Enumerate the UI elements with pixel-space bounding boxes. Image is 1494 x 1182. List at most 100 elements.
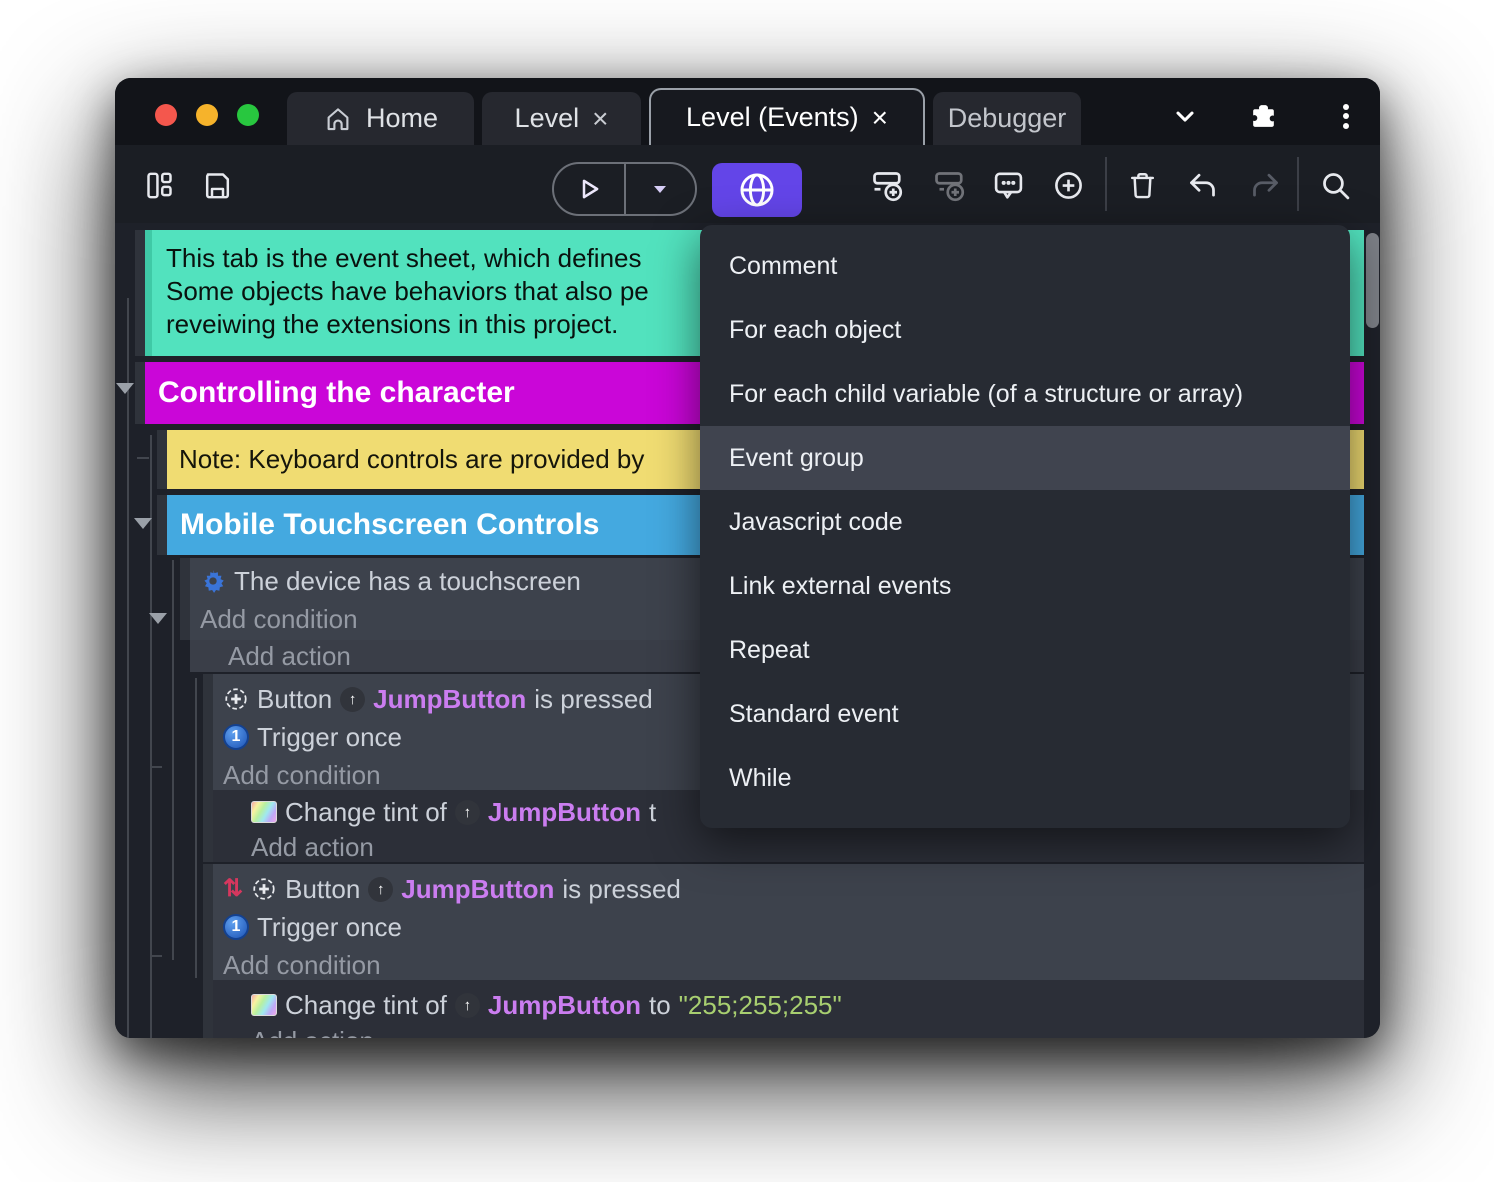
add-standard-event-icon[interactable]: [870, 167, 906, 203]
collapse-arrow-icon[interactable]: [116, 383, 134, 394]
minimize-window-button[interactable]: [196, 104, 218, 126]
menu-item-for-each-object[interactable]: For each object: [700, 298, 1350, 362]
indent-tick: [150, 955, 162, 957]
toolbar-divider: [1105, 157, 1107, 211]
condition-text: is pressed: [562, 873, 681, 904]
up-arrow-icon: ↑: [463, 803, 472, 821]
indent-guide: [172, 560, 174, 960]
action-text: Change tint of: [285, 796, 447, 827]
event-actions[interactable]: Change tint of ↑ JumpButton to "255;255;…: [213, 980, 1364, 1038]
object-thumbnail-icon: ↑: [454, 992, 480, 1018]
undo-icon[interactable]: [1184, 167, 1220, 203]
close-tab-icon[interactable]: ×: [872, 103, 888, 132]
vertical-scrollbar-thumb[interactable]: [1366, 233, 1379, 328]
object-name: JumpButton: [487, 796, 641, 827]
object-thumbnail-icon: ↑: [368, 876, 394, 902]
tab-level-events[interactable]: Level (Events) ×: [649, 88, 925, 145]
object-thumbnail-icon: ↑: [340, 686, 366, 712]
condition-text: The device has a touchscreen: [234, 565, 581, 596]
row-grip[interactable]: [157, 495, 167, 555]
indent-tick: [150, 766, 162, 768]
maximize-window-button[interactable]: [237, 104, 259, 126]
add-condition-link[interactable]: Add condition: [223, 950, 381, 981]
extensions-puzzle-icon[interactable]: [1247, 100, 1279, 132]
action-text: to: [648, 989, 671, 1020]
tab-label: Home: [365, 103, 439, 133]
row-grip[interactable]: [157, 430, 167, 489]
group-title: Controlling the character: [158, 376, 515, 409]
object-name: JumpButton: [487, 989, 641, 1020]
add-circle-plus-icon[interactable]: [1050, 167, 1086, 203]
row-grip[interactable]: [203, 674, 213, 790]
toolbar-divider: [1297, 157, 1299, 211]
tabs-overflow-chevron-down-icon[interactable]: [1169, 100, 1201, 132]
condition-text: Button: [285, 873, 361, 904]
menu-item-javascript-code[interactable]: Javascript code: [700, 490, 1350, 554]
tab-label: Debugger: [947, 103, 1067, 133]
redo-icon[interactable]: [1247, 167, 1283, 203]
tab-level[interactable]: Level ×: [482, 92, 641, 145]
play-preview-button[interactable]: [554, 164, 624, 214]
action-text: Change tint of: [285, 989, 447, 1020]
condition-text: Button: [257, 683, 333, 714]
menu-item-standard-event[interactable]: Standard event: [700, 682, 1350, 746]
condition-text: Trigger once: [257, 911, 402, 942]
menu-item-repeat[interactable]: Repeat: [700, 618, 1350, 682]
delete-trash-icon[interactable]: [1124, 167, 1160, 203]
app-window: Home Level × Level (Events) × Debugger T…: [115, 78, 1380, 1038]
desktop-background: Home Level × Level (Events) × Debugger T…: [0, 0, 1494, 1182]
inverted-condition-icon: ⇅: [223, 875, 244, 902]
menu-item-link-external-events[interactable]: Link external events: [700, 554, 1350, 618]
search-icon[interactable]: [1317, 167, 1353, 203]
add-subevent-icon[interactable]: [932, 167, 968, 203]
add-comment-icon[interactable]: [990, 167, 1026, 203]
preview-options-dropdown[interactable]: [626, 164, 696, 214]
string-value: "255;255;255": [678, 989, 842, 1020]
object-name: JumpButton: [373, 683, 527, 714]
row-grip[interactable]: [203, 980, 213, 1038]
event-conditions[interactable]: ⇅ Button ↑ JumpButton is pressed 1 Trigg…: [213, 864, 1364, 980]
more-options-kebab-icon[interactable]: [1330, 100, 1362, 132]
add-action-link[interactable]: Add action: [251, 1026, 374, 1039]
menu-item-for-each-child-variable[interactable]: For each child variable (of a structure …: [700, 362, 1350, 426]
tint-color-icon: [251, 994, 277, 1016]
globe-icon: [740, 173, 774, 207]
menu-item-event-group[interactable]: Event group: [700, 426, 1350, 490]
menu-item-while[interactable]: While: [700, 746, 1350, 810]
tab-home[interactable]: Home: [287, 92, 474, 145]
trigger-once-icon: 1: [223, 914, 249, 940]
menu-item-comment[interactable]: Comment: [700, 234, 1350, 298]
tab-debugger[interactable]: Debugger: [933, 92, 1081, 145]
add-action-link[interactable]: Add action: [251, 832, 374, 863]
preview-split-button: [552, 162, 697, 216]
collapse-arrow-icon[interactable]: [149, 613, 167, 624]
up-arrow-icon: ↑: [348, 690, 357, 708]
caret-down-icon: [654, 186, 667, 193]
collapse-arrow-icon[interactable]: [134, 518, 152, 529]
close-tab-icon[interactable]: ×: [592, 104, 608, 133]
add-event-globe-button[interactable]: [712, 163, 802, 217]
add-action-link[interactable]: Add action: [228, 641, 351, 672]
play-icon: [582, 179, 599, 199]
indent-guide: [195, 678, 197, 978]
up-arrow-icon: ↑: [377, 880, 385, 898]
row-grip[interactable]: [203, 790, 213, 862]
gamepad-button-icon: [223, 686, 249, 712]
row-grip[interactable]: [180, 558, 190, 640]
add-condition-link[interactable]: Add condition: [200, 604, 358, 635]
system-gear-icon: [200, 568, 226, 594]
condition-text: Trigger once: [257, 721, 402, 752]
close-window-button[interactable]: [155, 104, 177, 126]
gamepad-button-icon: [251, 876, 277, 902]
toolbar: [115, 145, 1380, 223]
save-icon[interactable]: [199, 167, 235, 203]
up-arrow-icon: ↑: [463, 996, 472, 1014]
row-grip[interactable]: [135, 230, 145, 356]
row-grip[interactable]: [203, 864, 213, 980]
toggle-panels-icon[interactable]: [141, 167, 177, 203]
row-grip[interactable]: [135, 362, 145, 424]
note-text: Note: Keyboard controls are provided by: [179, 444, 645, 474]
condition-text: is pressed: [534, 683, 653, 714]
indent-guide: [127, 298, 129, 1038]
add-condition-link[interactable]: Add condition: [223, 760, 381, 791]
